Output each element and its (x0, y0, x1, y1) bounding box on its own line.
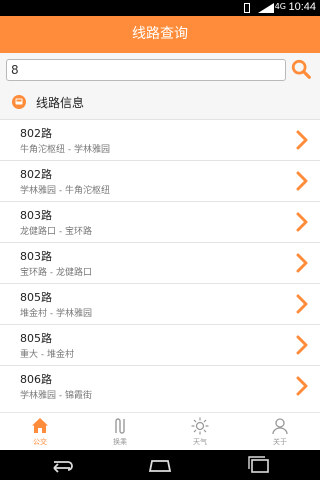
line-route: 牛角沱枢纽 - 学林雅园 (20, 145, 110, 155)
chevron-right-icon (296, 376, 308, 396)
tab-label: 天气 (193, 438, 207, 446)
tab-weather[interactable]: 天气 (160, 413, 240, 450)
tab-about[interactable]: 关于 (240, 413, 320, 450)
tab-label: 换乘 (113, 438, 127, 446)
recents-icon[interactable] (246, 456, 272, 474)
back-icon[interactable] (48, 456, 74, 474)
search-input[interactable]: 8 (6, 59, 286, 81)
line-number: 802路 (20, 168, 52, 181)
line-route: 重大 - 堆金村 (20, 350, 74, 360)
battery-icon (244, 3, 250, 13)
transfer-icon (115, 418, 125, 434)
line-route: 学林雅园 - 牛角沱枢纽 (20, 186, 110, 196)
chevron-right-icon (296, 253, 308, 273)
search-icon[interactable] (290, 58, 312, 80)
list-item[interactable]: 803路 龙健路口 - 宝环路 (0, 201, 320, 242)
clock: 10:44 (288, 1, 316, 13)
line-number: 803路 (20, 250, 52, 263)
chevron-right-icon (296, 212, 308, 232)
tab-label: 公交 (33, 438, 47, 446)
chevron-right-icon (296, 171, 308, 191)
list-item[interactable]: 802路 学林雅园 - 牛角沱枢纽 (0, 160, 320, 201)
line-route: 宝环路 - 龙健路口 (20, 268, 92, 278)
chevron-right-icon (296, 294, 308, 314)
page-title: 线路查询 (0, 16, 320, 53)
tab-label: 关于 (273, 438, 287, 446)
line-number: 806路 (20, 373, 52, 386)
line-number: 805路 (20, 291, 52, 304)
search-bar: 8 (0, 53, 320, 86)
section-header: 线路信息 (0, 86, 320, 119)
line-number: 803路 (20, 209, 52, 222)
home-button-icon[interactable] (147, 456, 173, 474)
signal-icon (258, 3, 274, 13)
line-route: 学林雅园 - 锦霞街 (20, 391, 92, 401)
line-number: 802路 (20, 127, 52, 140)
status-bar: 4G 10:44 (0, 0, 320, 16)
bus-icon (12, 95, 26, 109)
line-route: 堆金村 - 学林雅园 (20, 309, 92, 319)
list-item[interactable]: 806路 学林雅园 - 锦霞街 (0, 365, 320, 406)
chevron-right-icon (296, 335, 308, 355)
line-route: 龙健路口 - 宝环路 (20, 227, 92, 237)
network-type-label: 4G (274, 2, 286, 11)
list-item[interactable]: 803路 宝环路 - 龙健路口 (0, 242, 320, 283)
bottom-tab-bar: 公交 换乘 天气 关于 (0, 412, 320, 450)
list-item[interactable]: 805路 堆金村 - 学林雅园 (0, 283, 320, 324)
tab-bus[interactable]: 公交 (0, 413, 80, 450)
chevron-right-icon (296, 130, 308, 150)
line-number: 805路 (20, 332, 52, 345)
list-item[interactable]: 805路 重大 - 堆金村 (0, 324, 320, 365)
system-nav-bar (0, 450, 320, 480)
tab-transfer[interactable]: 换乘 (80, 413, 160, 450)
line-list: 802路 牛角沱枢纽 - 学林雅园 802路 学林雅园 - 牛角沱枢纽 803路… (0, 119, 320, 406)
section-title: 线路信息 (36, 96, 85, 110)
user-icon (272, 418, 288, 435)
sun-icon (191, 417, 209, 435)
home-icon (32, 418, 48, 433)
list-item[interactable]: 802路 牛角沱枢纽 - 学林雅园 (0, 119, 320, 160)
